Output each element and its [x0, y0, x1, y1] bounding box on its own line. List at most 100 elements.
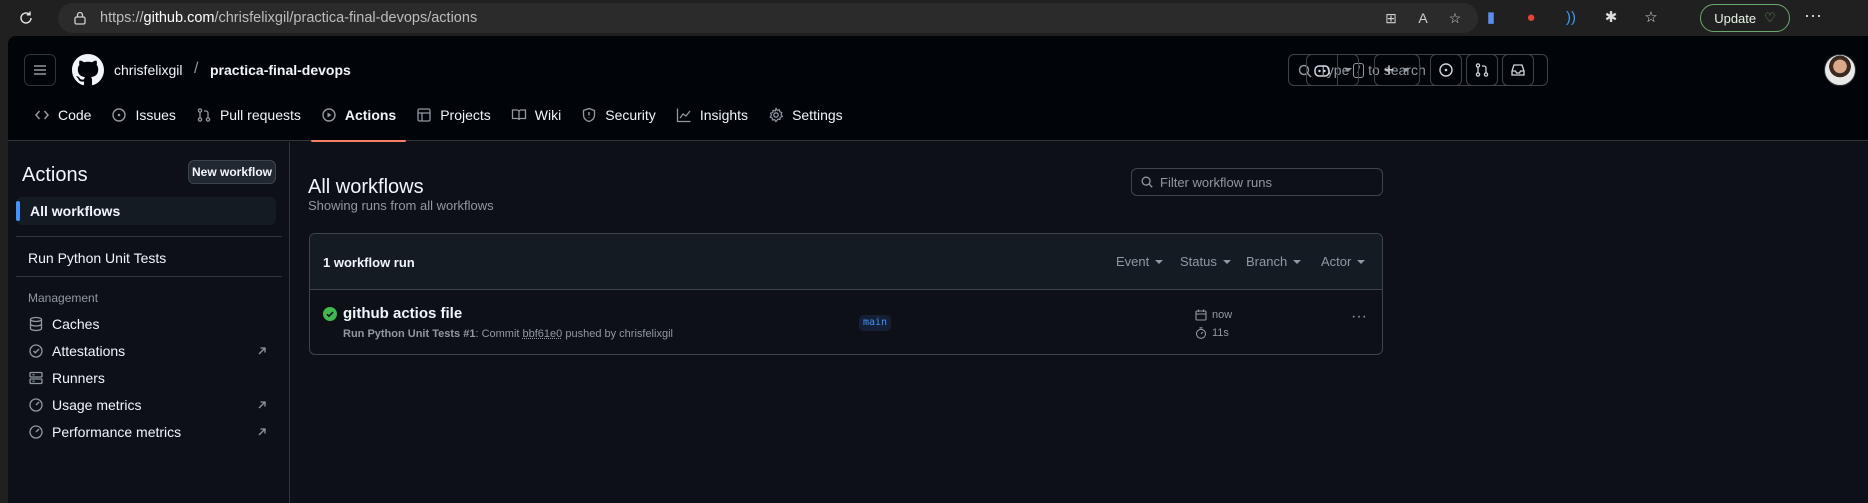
split-screen-icon[interactable]: ⊞	[1382, 9, 1400, 27]
favorite-star-icon[interactable]: ☆	[1446, 9, 1464, 27]
inbox-button[interactable]	[1502, 54, 1534, 86]
favorites-icon[interactable]: ☆	[1640, 6, 1662, 28]
lock-icon	[74, 11, 86, 25]
sidebar-item-all-workflows[interactable]: All workflows	[16, 197, 276, 225]
tab-actions[interactable]: Actions	[310, 98, 407, 142]
chevron-down-icon	[1402, 68, 1411, 72]
hamburger-icon	[34, 65, 46, 75]
create-new-button[interactable]: +	[1374, 54, 1420, 86]
filter-label: Status	[1180, 254, 1217, 269]
issues-button[interactable]	[1430, 54, 1462, 86]
actor-filter-button[interactable]: Actor	[1321, 254, 1366, 269]
menu-button[interactable]	[24, 54, 56, 86]
tab-label: Wiki	[534, 107, 562, 123]
sidebar-item-label: Runners	[52, 370, 105, 386]
runs-count: 1 workflow run	[323, 255, 415, 270]
sidebar-item-label: Usage metrics	[52, 397, 142, 413]
chevron-down-icon	[1293, 259, 1302, 264]
tab-label: Security	[605, 107, 656, 123]
table-icon	[417, 108, 431, 122]
github-page: chrisfelixgil / practica-final-devops Ty…	[8, 36, 1868, 503]
more-options-icon[interactable]: ···	[1800, 6, 1826, 30]
filter-workflow-runs-input[interactable]: Filter workflow runs	[1131, 168, 1383, 196]
page-subtitle: Showing runs from all workflows	[308, 198, 494, 213]
tab-label: Projects	[440, 107, 491, 123]
copilot-dropdown-button[interactable]	[1337, 54, 1359, 86]
url-scheme: https://	[100, 10, 144, 26]
commit-sha-link[interactable]: bbf61e0	[523, 328, 563, 340]
tab-code[interactable]: Code	[24, 98, 101, 132]
run-duration: 11s	[1195, 327, 1229, 339]
sidebar-item-caches[interactable]: Caches	[28, 314, 99, 334]
tab-issues[interactable]: Issues	[101, 98, 185, 132]
tab-label: Pull requests	[219, 107, 301, 123]
sidebar-item-label: Attestations	[52, 343, 126, 359]
sidebar-item-workflow[interactable]: Run Python Unit Tests	[28, 250, 166, 266]
pull-requests-button[interactable]	[1466, 54, 1498, 86]
management-heading: Management	[28, 291, 99, 305]
check-circle-icon	[323, 307, 337, 321]
status-filter-button[interactable]: Status	[1180, 254, 1231, 269]
actions-sidebar: Actions New workflow All workflows Run P…	[8, 142, 290, 503]
issue-icon	[1439, 63, 1453, 77]
browser-toolbar: https://github.com/chrisfelixgil/practic…	[0, 0, 1868, 36]
heart-icon: ♡	[1764, 10, 1776, 25]
workflow-runs-header: 1 workflow run Event Status Branch Actor	[310, 234, 1382, 290]
repo-header: chrisfelixgil / practica-final-devops Ty…	[8, 36, 1868, 142]
new-workflow-button[interactable]: New workflow	[188, 160, 276, 184]
tab-label: Actions	[344, 107, 397, 123]
update-button[interactable]: Update ♡	[1700, 4, 1790, 32]
copilot-button[interactable]	[1306, 54, 1338, 86]
read-aloud-icon[interactable]: A	[1414, 9, 1432, 27]
url-host: github.com	[143, 10, 215, 26]
chevron-down-icon	[1344, 68, 1352, 72]
github-logo-icon[interactable]	[72, 54, 104, 86]
meter-icon	[29, 425, 43, 439]
repo-nav: Code Issues Pull requests Actions Projec…	[24, 90, 853, 142]
tab-wiki[interactable]: Wiki	[501, 98, 571, 132]
tab-projects[interactable]: Projects	[406, 98, 501, 132]
extensions-puzzle-icon[interactable]: ✱	[1600, 6, 1622, 28]
kebab-menu-icon[interactable]: ···	[1350, 309, 1368, 330]
chevron-down-icon	[1222, 259, 1231, 264]
sidebar-item-performance-metrics[interactable]: Performance metrics	[28, 422, 181, 442]
event-filter-button[interactable]: Event	[1116, 254, 1164, 269]
workflow-runs-table: 1 workflow run Event Status Branch Actor…	[309, 233, 1383, 355]
breadcrumb-separator: /	[194, 60, 199, 77]
play-icon	[322, 108, 336, 122]
address-bar[interactable]: https://github.com/chrisfelixgil/practic…	[58, 3, 1478, 33]
chevron-down-icon	[1155, 259, 1164, 264]
external-link-icon	[258, 428, 266, 436]
inbox-icon	[1511, 64, 1525, 76]
extension-hand-icon[interactable]: ●	[1520, 6, 1542, 28]
avatar[interactable]	[1824, 54, 1856, 86]
run-workflow-name: Run Python Unit Tests	[343, 328, 461, 340]
extension-wifi-icon[interactable]: ))	[1560, 6, 1582, 28]
plus-icon: +	[1383, 60, 1395, 80]
filter-placeholder: Filter workflow runs	[1160, 174, 1272, 190]
filter-label: Event	[1116, 254, 1150, 269]
run-when: now	[1212, 309, 1233, 321]
sidebar-item-runners[interactable]: Runners	[28, 368, 105, 388]
breadcrumb-owner[interactable]: chrisfelixgil	[114, 62, 182, 78]
pull-request-icon	[197, 108, 211, 122]
branch-badge[interactable]: main	[859, 315, 892, 331]
code-icon	[35, 110, 49, 120]
breadcrumb-repo[interactable]: practica-final-devops	[210, 62, 351, 78]
tab-insights[interactable]: Insights	[666, 98, 758, 132]
tab-security[interactable]: Security	[571, 98, 666, 132]
branch-filter-button[interactable]: Branch	[1246, 254, 1302, 269]
tab-settings[interactable]: Settings	[758, 98, 853, 132]
reload-icon[interactable]	[12, 4, 40, 32]
sidebar-item-attestations[interactable]: Attestations	[28, 341, 125, 361]
external-link-icon	[258, 401, 266, 409]
run-title-link[interactable]: github actios file	[343, 305, 462, 322]
sidebar-divider	[16, 276, 282, 277]
table-row[interactable]: github actios file Run Python Unit Tests…	[310, 290, 1382, 354]
sidebar-item-usage-metrics[interactable]: Usage metrics	[28, 395, 141, 415]
run-number: #1	[463, 328, 476, 340]
run-duration-value: 11s	[1212, 327, 1229, 339]
server-icon	[29, 371, 43, 385]
extension-clipboard-icon[interactable]: ▮	[1480, 6, 1502, 28]
tab-pull-requests[interactable]: Pull requests	[186, 98, 311, 132]
